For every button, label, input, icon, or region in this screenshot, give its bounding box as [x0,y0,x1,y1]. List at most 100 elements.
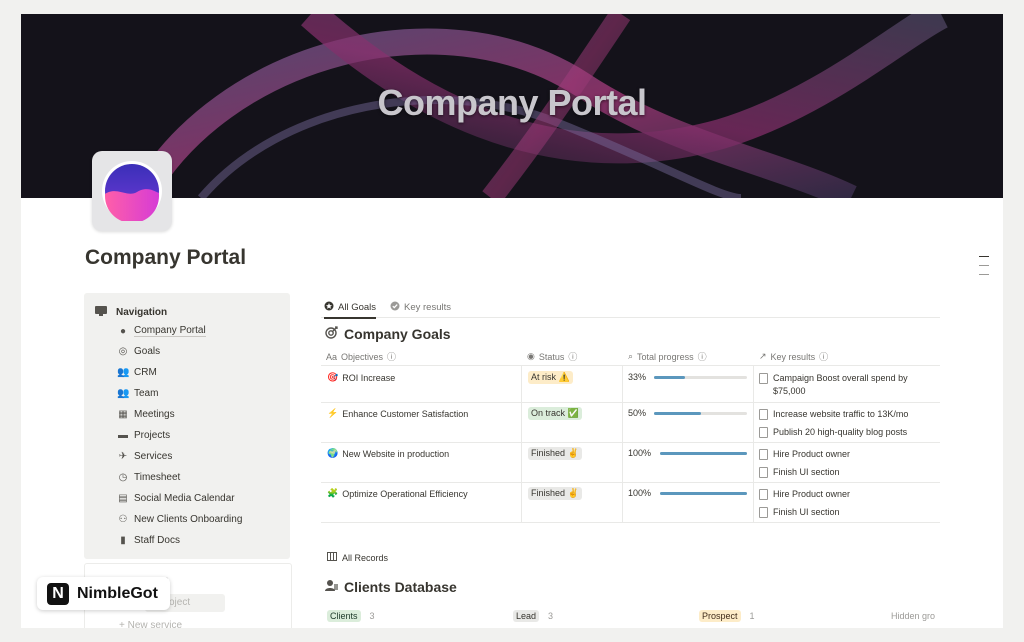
brand-badge[interactable]: N NimbleGot [37,577,170,610]
sidebar-item-projects[interactable]: ▬ Projects [117,430,170,441]
sidebar-item-staff-docs[interactable]: ▮ Staff Docs [117,535,180,546]
progress-bar [660,452,747,455]
status-badge[interactable]: Finished ✌️ [528,447,582,460]
table-of-contents-icon[interactable] [979,256,989,283]
navigation-heading-label: Navigation [116,307,168,318]
goal-row-objective[interactable]: 🌍 New Website in production [327,448,449,459]
sidebar-item-label: Company Portal [134,325,206,337]
sidebar-item-label: New Clients Onboarding [134,514,243,525]
key-result-label: Increase website traffic to 13K/mo [773,409,909,419]
progress-bar-fill [660,452,747,455]
sidebar-item-label: Timesheet [134,472,181,483]
sidebar-item-team[interactable]: 👥 Team [117,388,158,399]
group-count: 3 [548,611,554,621]
app-logo-icon [102,161,162,223]
table-divider [321,522,940,523]
column-header-total-progress[interactable]: ⌕ Total progress ⓘ [628,350,707,363]
document-icon [759,449,768,460]
key-result-link[interactable]: Finish UI section [759,506,840,519]
dart-icon: 🎯 [327,372,339,382]
goal-row-objective[interactable]: 🧩 Optimize Operational Efficiency [327,488,468,499]
sidebar-item-company-portal[interactable]: ● Company Portal [117,325,206,337]
progress-value: 50% [628,408,647,418]
column-header-status[interactable]: ◉ Status ⓘ [527,350,577,363]
page-icon[interactable] [92,151,172,231]
key-result-link[interactable]: Finish UI section [759,466,840,479]
document-icon [759,373,768,384]
objective-label: ROI Increase [342,372,396,383]
status-badge[interactable]: On track ✅ [528,407,582,420]
sidebar-item-new-clients-onboarding[interactable]: ⚇ New Clients Onboarding [117,514,243,525]
document-icon [759,467,768,478]
group-label: Clients [327,610,361,622]
column-divider [521,365,522,522]
sidebar-item-meetings[interactable]: ▦ Meetings [117,409,175,420]
tab-label: All Goals [338,301,377,313]
group-label: Lead [513,610,540,622]
page-frame: Company Portal Company Portal Navigation… [21,14,1003,628]
monitor-icon [94,305,108,320]
tab-all-goals[interactable]: All Goals [324,297,377,319]
key-result-label: Finish UI section [773,507,840,517]
key-result-link[interactable]: Campaign Boost overall spend by $75,000 [759,372,939,398]
puzzle-icon: 🧩 [327,488,339,498]
key-result-link[interactable]: Hire Product owner [759,488,850,501]
key-result-link[interactable]: Increase website traffic to 13K/mo [759,408,908,421]
new-service-button[interactable]: + New service [119,620,182,628]
people-icon: 👥 [117,367,130,378]
group-lead[interactable]: Lead 3 [513,610,553,622]
key-result-link[interactable]: Publish 20 high-quality blog posts [759,426,907,439]
status-badge[interactable]: Finished ✌️ [528,487,582,500]
tab-all-records[interactable]: All Records [327,552,388,563]
group-clients[interactable]: Clients 3 [327,610,375,622]
sidebar-item-label: CRM [134,367,157,378]
sidebar-item-services[interactable]: ✈ Services [117,451,173,462]
lightning-icon: ⚡ [327,408,339,418]
sidebar-item-goals[interactable]: ◎ Goals [117,346,161,357]
objective-label: Optimize Operational Efficiency [342,488,468,499]
sidebar-item-label: Goals [134,346,161,357]
navigation-heading: Navigation [94,305,167,320]
progress-value: 33% [628,372,647,382]
column-header-key-results[interactable]: ↗ Key results ⓘ [759,350,828,363]
hidden-groups-toggle[interactable]: Hidden gro [891,611,935,621]
table-divider [321,365,940,366]
progress-bar [654,412,747,415]
sidebar-item-social-media-calendar[interactable]: ▤ Social Media Calendar [117,493,234,504]
target-arrow-icon [325,325,339,342]
group-count: 1 [749,611,755,621]
sidebar-item-timesheet[interactable]: ◷ Timesheet [117,472,181,483]
group-icon: ⚇ [118,514,128,525]
status-type-icon: ◉ [527,351,535,361]
navigation-panel: Navigation ● Company Portal ◎ Goals 👥 CR… [84,293,290,559]
clients-section-title: Clients Database [325,579,457,595]
info-icon: ⓘ [697,352,707,362]
folder-icon: ▬ [118,430,128,441]
column-header-objectives[interactable]: Aa Objectives ⓘ [326,350,396,363]
sidebar-item-crm[interactable]: 👥 CRM [117,367,157,378]
progress-bar-fill [654,376,685,379]
page-title: Company Portal [85,246,247,269]
header-label: Status [538,351,565,362]
sidebar-item-label: Meetings [134,409,175,420]
new-service-label: New service [127,620,183,628]
sidebar-item-label: Projects [134,430,171,441]
check-circle-icon [390,301,400,314]
portal-icon: ● [119,325,127,337]
goal-row-objective[interactable]: ⚡ Enhance Customer Satisfaction [327,408,468,419]
text-type-icon: Aa [326,351,338,362]
header-label: Key results [770,351,816,362]
table-divider [321,482,940,483]
tab-key-results[interactable]: Key results [390,297,451,317]
brand-name: NimbleGot [77,584,158,602]
sidebar-item-label: Services [134,451,173,462]
key-result-link[interactable]: Hire Product owner [759,448,850,461]
goal-row-objective[interactable]: 🎯 ROI Increase [327,372,395,383]
progress-bar [660,492,747,495]
progress-bar [654,376,747,379]
status-badge[interactable]: At risk ⚠️ [528,371,573,384]
sidebar-item-label: Staff Docs [134,535,180,546]
group-prospect[interactable]: Prospect 1 [699,610,755,622]
tab-label: All Records [342,552,389,563]
contacts-icon [325,579,339,595]
